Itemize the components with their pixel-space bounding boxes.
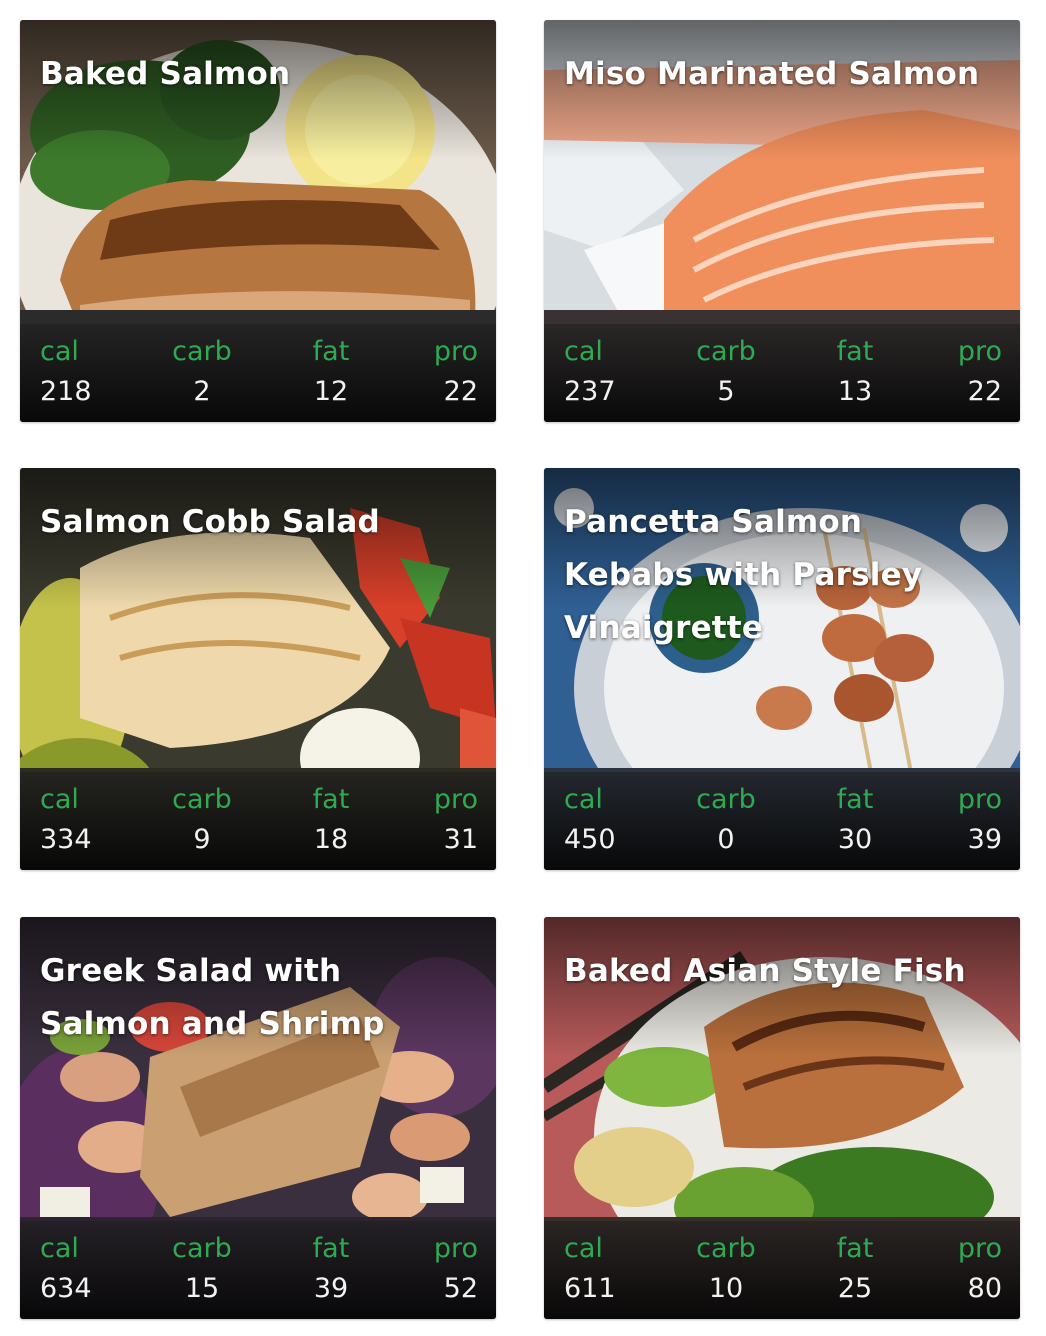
macro-bar: cal 334 carb 9 fat 18 pro 31	[20, 772, 496, 870]
cal-value: 634	[40, 1273, 92, 1304]
cal-value: 334	[40, 824, 92, 855]
recipe-title: Salmon Cobb Salad	[40, 504, 380, 540]
carb-value: 5	[717, 376, 735, 407]
fat-value: 18	[313, 824, 349, 855]
macro-pro: pro 22	[912, 324, 1002, 422]
macro-fat: fat 30	[810, 772, 900, 870]
macro-cal: cal 334	[40, 772, 130, 870]
cal-value: 218	[40, 376, 92, 407]
recipe-title: Greek Salad with Salmon and Shrimp	[40, 953, 385, 1042]
pro-value: 80	[967, 1273, 1002, 1304]
carb-label: carb	[696, 1233, 756, 1264]
recipe-card[interactable]: Pancetta Salmon Kebabs with Parsley Vina…	[544, 468, 1020, 870]
fat-label: fat	[312, 336, 350, 367]
cal-label: cal	[40, 784, 79, 815]
macro-cal: cal 611	[564, 1221, 654, 1319]
pro-label: pro	[433, 1233, 478, 1264]
cal-value: 450	[564, 824, 616, 855]
pro-label: pro	[433, 784, 478, 815]
carb-value: 9	[193, 824, 211, 855]
macro-carb: carb 9	[157, 772, 247, 870]
macro-carb: carb 10	[681, 1221, 771, 1319]
pro-label: pro	[957, 336, 1002, 367]
pro-label: pro	[433, 336, 478, 367]
macro-pro: pro 80	[912, 1221, 1002, 1319]
pro-label: pro	[957, 784, 1002, 815]
cal-label: cal	[564, 1233, 603, 1264]
recipe-card[interactable]: Salmon Cobb Salad cal 334 carb 9 fat 18 …	[20, 468, 496, 870]
carb-label: carb	[696, 784, 756, 815]
carb-value: 10	[708, 1273, 744, 1304]
macro-cal: cal 450	[564, 772, 654, 870]
macro-bar: cal 611 carb 10 fat 25 pro 80	[544, 1221, 1020, 1319]
macro-carb: carb 5	[681, 324, 771, 422]
carb-label: carb	[172, 784, 232, 815]
recipe-grid: Baked Salmon cal 218 carb 2 fat 12 pro 2…	[0, 0, 1046, 1336]
fat-label: fat	[836, 1233, 874, 1264]
recipe-title: Miso Marinated Salmon	[564, 56, 980, 92]
recipe-title: Baked Salmon	[40, 56, 291, 92]
cal-value: 611	[564, 1273, 616, 1304]
recipe-title: Pancetta Salmon Kebabs with Parsley Vina…	[564, 504, 923, 646]
macro-pro: pro 52	[388, 1221, 478, 1319]
macro-cal: cal 237	[564, 324, 654, 422]
pro-value: 31	[443, 824, 478, 855]
macro-fat: fat 13	[810, 324, 900, 422]
recipe-card[interactable]: Greek Salad with Salmon and Shrimp cal 6…	[20, 917, 496, 1319]
macro-fat: fat 25	[810, 1221, 900, 1319]
macro-bar: cal 218 carb 2 fat 12 pro 22	[20, 324, 496, 422]
macro-fat: fat 18	[286, 772, 376, 870]
carb-label: carb	[172, 1233, 232, 1264]
macro-pro: pro 39	[912, 772, 1002, 870]
macro-carb: carb 15	[157, 1221, 247, 1319]
cal-label: cal	[564, 784, 603, 815]
recipe-card[interactable]: Baked Salmon cal 218 carb 2 fat 12 pro 2…	[20, 20, 496, 422]
cal-label: cal	[40, 1233, 79, 1264]
macro-bar: cal 237 carb 5 fat 13 pro 22	[544, 324, 1020, 422]
pro-value: 22	[443, 376, 478, 407]
macro-pro: pro 31	[388, 772, 478, 870]
fat-value: 25	[837, 1273, 873, 1304]
macro-carb: carb 2	[157, 324, 247, 422]
fat-value: 39	[313, 1273, 349, 1304]
cal-label: cal	[40, 336, 79, 367]
cal-label: cal	[564, 336, 603, 367]
macro-bar: cal 450 carb 0 fat 30 pro 39	[544, 772, 1020, 870]
macro-cal: cal 634	[40, 1221, 130, 1319]
fat-label: fat	[836, 336, 874, 367]
recipe-title: Baked Asian Style Fish	[564, 953, 966, 989]
carb-label: carb	[172, 336, 232, 367]
fat-value: 13	[837, 376, 873, 407]
macro-bar: cal 634 carb 15 fat 39 pro 52	[20, 1221, 496, 1319]
pro-value: 22	[967, 376, 1002, 407]
carb-value: 0	[717, 824, 735, 855]
recipe-card[interactable]: Miso Marinated Salmon cal 237 carb 5 fat…	[544, 20, 1020, 422]
pro-value: 52	[443, 1273, 478, 1304]
recipe-card[interactable]: Baked Asian Style Fish cal 611 carb 10 f…	[544, 917, 1020, 1319]
carb-value: 15	[184, 1273, 220, 1304]
carb-label: carb	[696, 336, 756, 367]
macro-cal: cal 218	[40, 324, 130, 422]
carb-value: 2	[193, 376, 211, 407]
macro-pro: pro 22	[388, 324, 478, 422]
macro-fat: fat 12	[286, 324, 376, 422]
fat-label: fat	[836, 784, 874, 815]
fat-label: fat	[312, 1233, 350, 1264]
cal-value: 237	[564, 376, 616, 407]
pro-label: pro	[957, 1233, 1002, 1264]
macro-carb: carb 0	[681, 772, 771, 870]
fat-value: 30	[837, 824, 873, 855]
fat-label: fat	[312, 784, 350, 815]
fat-value: 12	[313, 376, 349, 407]
pro-value: 39	[967, 824, 1002, 855]
macro-fat: fat 39	[286, 1221, 376, 1319]
